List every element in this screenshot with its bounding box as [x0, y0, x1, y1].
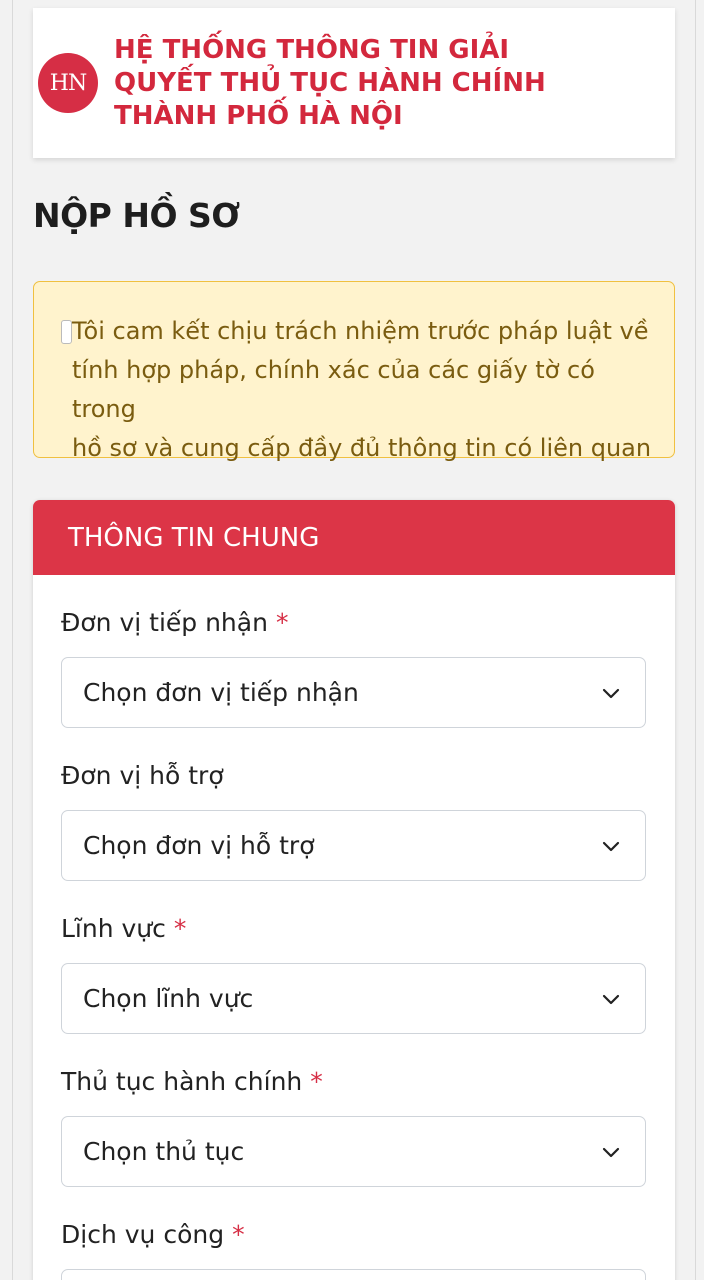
commitment-checkbox[interactable]: [61, 320, 72, 344]
public-service-label: Dịch vụ công *: [61, 1220, 245, 1249]
site-title-line-2: QUYẾT THỦ TỤC HÀNH CHÍNH: [114, 68, 546, 98]
required-mark: *: [173, 914, 187, 943]
field-area-placeholder: Chọn lĩnh vực: [83, 984, 254, 1013]
field-area-label: Lĩnh vực *: [61, 914, 187, 943]
support-unit-select[interactable]: Chọn đơn vị hỗ trợ: [61, 810, 646, 881]
field-area-select[interactable]: Chọn lĩnh vực: [61, 963, 646, 1034]
receiving-unit-placeholder: Chọn đơn vị tiếp nhận: [83, 678, 359, 707]
site-title-line-3: THÀNH PHỐ HÀ NỘI: [114, 101, 403, 131]
procedure-select[interactable]: Chọn thủ tục: [61, 1116, 646, 1187]
required-mark: *: [310, 1067, 323, 1096]
hanoi-logo[interactable]: HN: [38, 53, 98, 113]
required-mark: *: [232, 1220, 245, 1249]
procedure-label: Thủ tục hành chính *: [61, 1067, 323, 1096]
commitment-text: Tôi cam kết chịu trách nhiệm trước pháp …: [72, 312, 652, 468]
receiving-unit-label: Đơn vị tiếp nhận *: [61, 608, 289, 637]
chevron-down-icon: [602, 688, 620, 699]
commitment-line-1: Tôi cam kết chịu trách nhiệm trước pháp …: [72, 317, 649, 345]
required-mark: *: [275, 608, 289, 637]
chevron-down-icon: [602, 994, 620, 1005]
public-service-select[interactable]: [61, 1269, 646, 1280]
general-info-header: THÔNG TIN CHUNG: [33, 500, 675, 575]
page-container: HN HỆ THỐNG THÔNG TIN GIẢI QUYẾT THỦ TỤC…: [12, 0, 696, 1280]
site-header: HN HỆ THỐNG THÔNG TIN GIẢI QUYẾT THỦ TỤC…: [33, 8, 675, 158]
page-title: NỘP HỒ SƠ: [33, 196, 240, 235]
site-title-line-1: HỆ THỐNG THÔNG TIN GIẢI: [114, 35, 510, 65]
support-unit-label: Đơn vị hỗ trợ: [61, 761, 224, 790]
support-unit-placeholder: Chọn đơn vị hỗ trợ: [83, 831, 315, 860]
general-info-card: THÔNG TIN CHUNG Đơn vị tiếp nhận * Chọn đ…: [33, 500, 675, 1280]
chevron-down-icon: [602, 1147, 620, 1158]
procedure-placeholder: Chọn thủ tục: [83, 1137, 245, 1166]
commitment-notice: Tôi cam kết chịu trách nhiệm trước pháp …: [33, 281, 675, 462]
chevron-down-icon: [602, 841, 620, 852]
commitment-line-3: hồ sơ và cung cấp đầy đủ thông tin có li…: [72, 434, 652, 462]
commitment-line-2: tính hợp pháp, chính xác của các giấy tờ…: [72, 356, 595, 423]
receiving-unit-select[interactable]: Chọn đơn vị tiếp nhận: [61, 657, 646, 728]
site-title[interactable]: HỆ THỐNG THÔNG TIN GIẢI QUYẾT THỦ TỤC HÀ…: [114, 34, 554, 133]
